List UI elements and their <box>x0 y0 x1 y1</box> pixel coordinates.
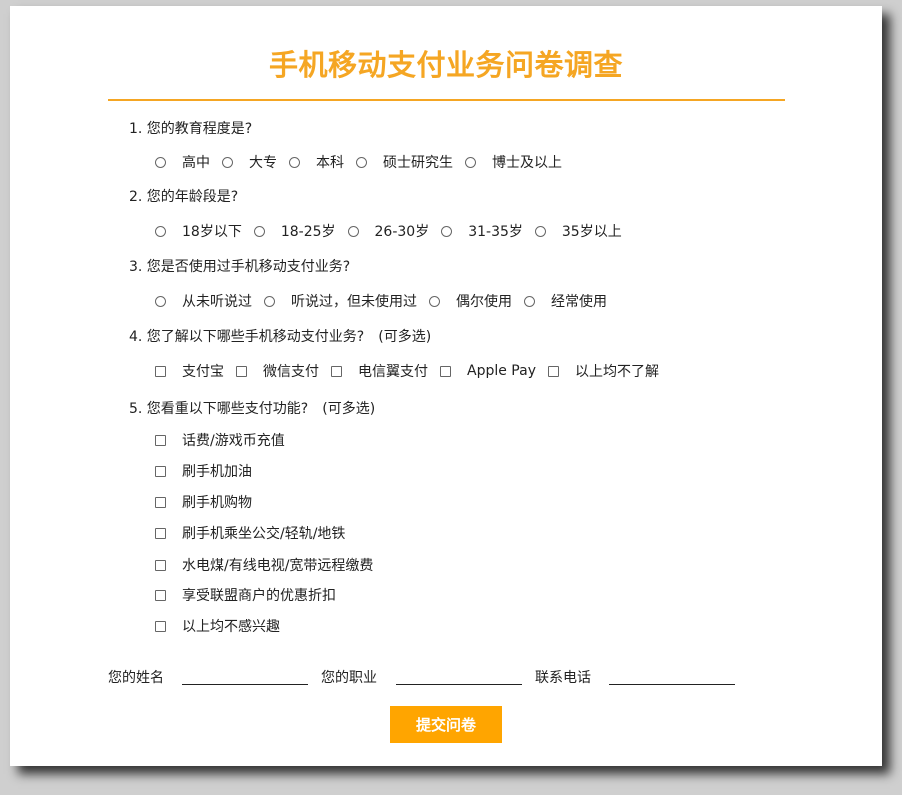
question-2-options: 18岁以下 18-25岁 26-30岁 31-35岁 35岁以上 <box>155 221 634 241</box>
checkbox[interactable] <box>155 527 166 539</box>
radio-button[interactable] <box>465 156 476 168</box>
checkbox[interactable] <box>155 620 166 632</box>
q2-option-31-35[interactable]: 31-35岁 <box>441 221 523 241</box>
survey-card: 手机移动支付业务问卷调查 1. 您的教育程度是? 高中 大专 本科 硕士研究生 … <box>10 6 882 766</box>
radio-button[interactable] <box>429 295 440 307</box>
q1-option-bachelor[interactable]: 本科 <box>289 152 344 172</box>
checkbox[interactable] <box>155 589 166 601</box>
q3-option-heard-not-used[interactable]: 听说过，但未使用过 <box>264 291 417 311</box>
phone-field[interactable] <box>609 684 735 685</box>
radio-button[interactable] <box>155 156 166 168</box>
q2-option-under-18[interactable]: 18岁以下 <box>155 221 242 241</box>
checkbox[interactable] <box>236 365 247 377</box>
q1-option-master[interactable]: 硕士研究生 <box>356 152 453 172</box>
checkbox[interactable] <box>155 434 166 446</box>
q1-option-high-school[interactable]: 高中 <box>155 152 210 172</box>
radio-button[interactable] <box>264 295 275 307</box>
q5-option-shopping[interactable]: 刷手机购物 <box>155 492 252 512</box>
checkbox[interactable] <box>440 365 451 377</box>
checkbox[interactable] <box>155 465 166 477</box>
question-4-text: 4. 您了解以下哪些手机移动支付业务? (可多选) <box>129 329 432 345</box>
q1-option-doctor[interactable]: 博士及以上 <box>465 152 562 172</box>
q2-option-26-30[interactable]: 26-30岁 <box>347 221 429 241</box>
q3-option-occasionally[interactable]: 偶尔使用 <box>429 291 512 311</box>
q3-option-often[interactable]: 经常使用 <box>524 291 607 311</box>
job-label: 您的职业 <box>321 670 377 686</box>
phone-label: 联系电话 <box>535 670 591 686</box>
q5-option-none[interactable]: 以上均不感兴趣 <box>155 616 280 636</box>
q4-option-telecom-pay[interactable]: 电信翼支付 <box>331 361 428 381</box>
q3-option-never-heard[interactable]: 从未听说过 <box>155 291 252 311</box>
radio-button[interactable] <box>155 295 166 307</box>
name-field[interactable] <box>182 684 308 685</box>
q1-option-college[interactable]: 大专 <box>222 152 277 172</box>
radio-button[interactable] <box>347 225 359 237</box>
question-1-options: 高中 大专 本科 硕士研究生 博士及以上 <box>155 152 574 172</box>
radio-button[interactable] <box>441 225 453 237</box>
radio-button[interactable] <box>253 225 265 237</box>
q2-option-over-35[interactable]: 35岁以上 <box>534 221 622 241</box>
name-label: 您的姓名 <box>108 670 164 686</box>
question-2-text: 2. 您的年龄段是? <box>129 189 239 205</box>
title-divider <box>108 99 785 101</box>
q5-option-transit[interactable]: 刷手机乘坐公交/轻轨/地铁 <box>155 523 345 543</box>
q4-option-wechat-pay[interactable]: 微信支付 <box>236 361 319 381</box>
radio-button[interactable] <box>524 295 535 307</box>
job-field[interactable] <box>396 684 522 685</box>
page-title: 手机移动支付业务问卷调查 <box>268 48 623 82</box>
checkbox[interactable] <box>155 365 166 377</box>
q4-option-apple-pay[interactable]: Apple Pay <box>440 363 536 379</box>
q5-option-discount[interactable]: 享受联盟商户的优惠折扣 <box>155 585 336 605</box>
q2-option-18-25[interactable]: 18-25岁 <box>253 221 336 241</box>
question-3-options: 从未听说过 听说过，但未使用过 偶尔使用 经常使用 <box>155 291 619 311</box>
radio-button[interactable] <box>289 156 300 168</box>
q5-option-recharge[interactable]: 话费/游戏币充值 <box>155 430 285 450</box>
radio-button[interactable] <box>534 225 546 237</box>
checkbox[interactable] <box>155 496 166 508</box>
q5-option-fuel[interactable]: 刷手机加油 <box>155 461 252 481</box>
q4-option-alipay[interactable]: 支付宝 <box>155 361 224 381</box>
q4-option-none[interactable]: 以上均不了解 <box>547 361 659 381</box>
radio-button[interactable] <box>356 156 367 168</box>
question-5-text: 5. 您看重以下哪些支付功能? (可多选) <box>129 401 376 417</box>
radio-button[interactable] <box>222 156 233 168</box>
question-1-text: 1. 您的教育程度是? <box>129 121 253 137</box>
submit-button[interactable]: 提交问卷 <box>390 706 502 743</box>
checkbox[interactable] <box>547 365 559 377</box>
question-4-options: 支付宝 微信支付 电信翼支付 Apple Pay 以上均不了解 <box>155 361 671 381</box>
radio-button[interactable] <box>155 225 166 237</box>
question-3-text: 3. 您是否使用过手机移动支付业务? <box>129 259 351 275</box>
checkbox[interactable] <box>155 559 166 571</box>
q5-option-utilities[interactable]: 水电煤/有线电视/宽带远程缴费 <box>155 555 373 575</box>
checkbox[interactable] <box>331 365 342 377</box>
